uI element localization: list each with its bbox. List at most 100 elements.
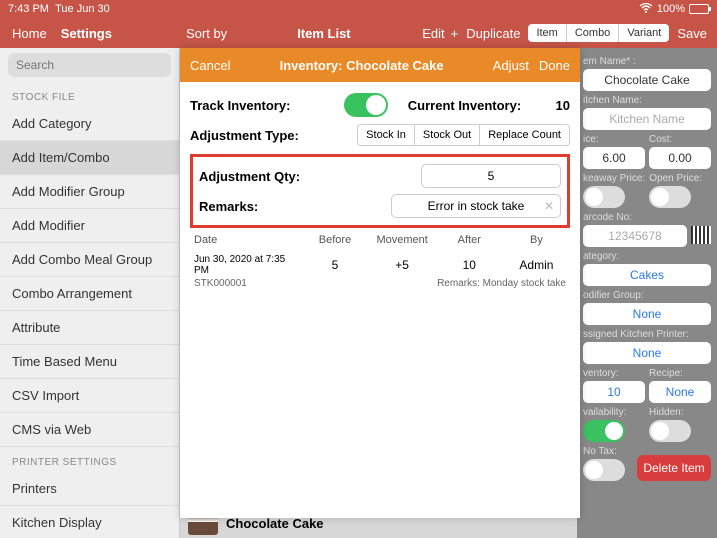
- seg-variant[interactable]: Variant: [619, 24, 669, 42]
- clear-icon[interactable]: ✕: [544, 199, 554, 213]
- sidebar-add-combomeal[interactable]: Add Combo Meal Group: [0, 243, 179, 277]
- seg-replace-count[interactable]: Replace Count: [480, 125, 569, 145]
- item-type-segment[interactable]: Item Combo Variant: [528, 24, 669, 42]
- sidebar-add-item[interactable]: Add Item/Combo: [0, 141, 179, 175]
- segment-adjustment-type[interactable]: Stock In Stock Out Replace Count: [357, 124, 570, 146]
- edit-button[interactable]: Edit: [422, 26, 444, 41]
- select-category[interactable]: Cakes: [583, 264, 711, 286]
- toggle-track-inventory[interactable]: [344, 93, 388, 117]
- sidebar-add-category[interactable]: Add Category: [0, 107, 179, 141]
- label-item-name: em Name* :: [583, 56, 711, 67]
- hist-remarks: Remarks: Monday stock take: [300, 278, 570, 289]
- col-date: Date: [190, 234, 301, 246]
- history-header: Date Before Movement After By: [190, 228, 570, 252]
- input-price[interactable]: 6.00: [583, 147, 645, 169]
- top-bar: Home Settings Sort by Item List Edit + D…: [0, 18, 717, 48]
- label-track-inventory: Track Inventory:: [190, 98, 338, 113]
- seg-stock-out[interactable]: Stock Out: [415, 125, 480, 145]
- sidebar-cms[interactable]: CMS via Web: [0, 413, 179, 447]
- sortby-button[interactable]: Sort by: [186, 26, 227, 41]
- link-recipe[interactable]: None: [649, 381, 711, 403]
- input-remarks[interactable]: Error in stock take ✕: [391, 194, 561, 218]
- input-cost[interactable]: 0.00: [649, 147, 711, 169]
- home-link[interactable]: Home: [12, 26, 47, 41]
- remarks-text: Error in stock take: [428, 199, 525, 213]
- hist-movement: +5: [369, 258, 436, 272]
- status-time: 7:43 PM: [8, 3, 49, 15]
- history-sub: STK000001 Remarks: Monday stock take: [190, 278, 570, 289]
- label-takeaway: keaway Price:: [583, 173, 645, 184]
- col-by: By: [503, 234, 570, 246]
- input-item-name[interactable]: Chocolate Cake: [583, 69, 711, 91]
- highlight-adjustment: Adjustment Qty: 5 Remarks: Error in stoc…: [190, 154, 570, 228]
- link-inventory[interactable]: 10: [583, 381, 645, 403]
- section-printer: PRINTER SETTINGS: [0, 447, 179, 472]
- toggle-openprice[interactable]: [649, 186, 691, 208]
- label-availability: vailability:: [583, 407, 645, 418]
- sidebar-csv[interactable]: CSV Import: [0, 379, 179, 413]
- sidebar-attribute[interactable]: Attribute: [0, 311, 179, 345]
- save-button[interactable]: Save: [677, 26, 707, 41]
- seg-stock-in[interactable]: Stock In: [358, 125, 415, 145]
- col-movement: Movement: [369, 234, 436, 246]
- sidebar-add-modgroup[interactable]: Add Modifier Group: [0, 175, 179, 209]
- inventory-modal: Cancel Inventory: Chocolate Cake Adjust …: [180, 48, 580, 518]
- seg-item[interactable]: Item: [528, 24, 566, 42]
- modal-title: Inventory: Chocolate Cake: [280, 58, 444, 73]
- status-date: Tue Jun 30: [55, 3, 110, 15]
- label-remarks: Remarks:: [199, 199, 391, 214]
- hist-after: 10: [436, 258, 503, 272]
- label-printer: ssigned Kitchen Printer:: [583, 329, 711, 340]
- select-printer[interactable]: None: [583, 342, 711, 364]
- search-input[interactable]: [8, 53, 171, 77]
- barcode-icon[interactable]: [691, 226, 711, 244]
- sidebar-add-modifier[interactable]: Add Modifier: [0, 209, 179, 243]
- label-openprice: Open Price:: [649, 173, 711, 184]
- status-bar: 7:43 PM Tue Jun 30 100%: [0, 0, 717, 18]
- label-current-inventory: Current Inventory:: [408, 98, 556, 113]
- history-row: Jun 30, 2020 at 7:35 PM 5 +5 10 Admin: [190, 252, 570, 278]
- hist-stk: STK000001: [190, 278, 300, 289]
- input-adj-qty[interactable]: 5: [421, 164, 561, 188]
- label-modifier: odifier Group:: [583, 290, 711, 301]
- battery-pct: 100%: [657, 3, 685, 15]
- itemlist-title: Item List: [297, 26, 350, 41]
- toggle-takeaway[interactable]: [583, 186, 625, 208]
- label-price: ice:: [583, 134, 645, 145]
- col-before: Before: [301, 234, 368, 246]
- toggle-notax[interactable]: [583, 459, 625, 481]
- sidebar-kitchen-display[interactable]: Kitchen Display: [0, 506, 179, 538]
- toggle-availability[interactable]: [583, 420, 625, 442]
- label-cost: Cost:: [649, 134, 711, 145]
- label-hidden: Hidden:: [649, 407, 711, 418]
- label-notax: No Tax:: [583, 446, 633, 457]
- input-kitchen-name[interactable]: Kitchen Name: [583, 108, 711, 130]
- cancel-button[interactable]: Cancel: [190, 58, 230, 73]
- hist-by: Admin: [503, 258, 570, 272]
- hist-date: Jun 30, 2020 at 7:35 PM: [190, 254, 301, 276]
- plus-icon[interactable]: +: [451, 26, 459, 41]
- toggle-hidden[interactable]: [649, 420, 691, 442]
- battery-icon: [689, 4, 709, 14]
- hist-before: 5: [301, 258, 368, 272]
- sidebar-printers[interactable]: Printers: [0, 472, 179, 506]
- select-modifier[interactable]: None: [583, 303, 711, 325]
- label-recipe: Recipe:: [649, 368, 711, 379]
- delete-item-button[interactable]: Delete Item: [637, 455, 711, 481]
- seg-combo[interactable]: Combo: [567, 24, 619, 42]
- value-current-inventory: 10: [556, 98, 570, 113]
- sidebar: STOCK FILE Add Category Add Item/Combo A…: [0, 48, 180, 538]
- label-category: ategory:: [583, 251, 711, 262]
- done-button[interactable]: Done: [539, 58, 570, 73]
- adjust-button[interactable]: Adjust: [493, 58, 529, 73]
- section-stockfile: STOCK FILE: [0, 82, 179, 107]
- settings-link[interactable]: Settings: [61, 26, 112, 41]
- duplicate-button[interactable]: Duplicate: [466, 26, 520, 41]
- wifi-icon: [639, 3, 653, 16]
- label-adjustment-type: Adjustment Type:: [190, 128, 357, 143]
- input-barcode[interactable]: 12345678: [583, 225, 687, 247]
- sidebar-combo-arrangement[interactable]: Combo Arrangement: [0, 277, 179, 311]
- sidebar-time-menu[interactable]: Time Based Menu: [0, 345, 179, 379]
- label-inventory: ventory:: [583, 368, 645, 379]
- label-adj-qty: Adjustment Qty:: [199, 169, 421, 184]
